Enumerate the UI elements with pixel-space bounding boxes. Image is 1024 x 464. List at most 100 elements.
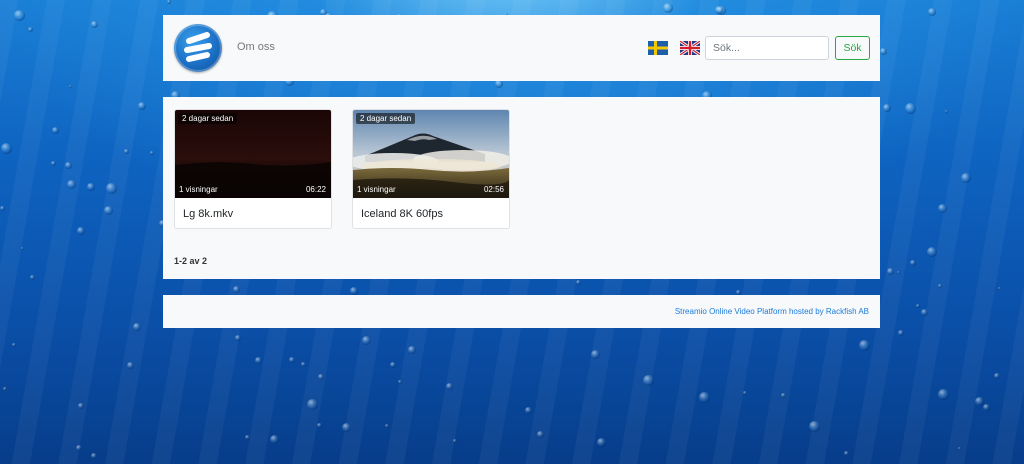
water-drop [124, 149, 129, 154]
water-drop [525, 407, 532, 414]
video-title[interactable]: Iceland 8K 60fps [361, 208, 443, 220]
water-drop [398, 380, 402, 384]
water-drop [591, 350, 600, 359]
water-drop [597, 438, 606, 447]
water-drop [663, 3, 673, 13]
water-drop [245, 435, 250, 440]
video-grid: 2 dagar sedan 1 visningar 06:22 Lg 8k.mk… [163, 97, 880, 279]
water-drop [255, 357, 262, 364]
water-drop [270, 435, 279, 444]
water-drop [537, 431, 544, 438]
water-drop [715, 6, 723, 14]
water-drop [301, 362, 306, 367]
water-drop [781, 393, 786, 398]
water-drop [945, 110, 948, 113]
water-drop [961, 173, 971, 183]
water-drop [975, 397, 984, 406]
water-drop [0, 206, 5, 211]
water-drop [362, 336, 371, 345]
video-thumbnail[interactable]: 2 dagar sedan 1 visningar 02:56 [353, 110, 509, 198]
footer-credit-link[interactable]: Streamio Online Video Platform hosted by… [675, 307, 869, 316]
water-drop [342, 423, 351, 432]
water-drop [12, 343, 16, 347]
search-button[interactable]: Sök [835, 36, 870, 60]
water-drop [998, 287, 1001, 290]
water-drop [51, 161, 56, 166]
water-drop [65, 162, 72, 169]
water-drop [897, 271, 900, 274]
water-drop [385, 424, 389, 428]
water-drop [905, 103, 916, 114]
water-drop [3, 387, 7, 391]
water-drop [69, 85, 72, 88]
video-age: 2 dagar sedan [178, 113, 238, 124]
water-drop [408, 346, 416, 354]
water-drop [446, 383, 453, 390]
water-drop [235, 335, 241, 341]
video-thumbnail[interactable]: 2 dagar sedan 1 visningar 06:22 [175, 110, 331, 198]
water-drop [938, 389, 949, 400]
water-drop [859, 340, 870, 351]
video-card[interactable]: 2 dagar sedan 1 visningar 06:22 Lg 8k.mk… [174, 109, 332, 229]
water-drop [91, 21, 98, 28]
water-drop [887, 268, 894, 275]
search-input[interactable] [705, 36, 829, 60]
water-drop [28, 27, 33, 32]
water-drop [928, 8, 936, 16]
water-drop [927, 247, 937, 257]
water-drop [106, 183, 117, 194]
water-drop [317, 423, 322, 428]
logo-s-icon [184, 32, 212, 62]
water-drop [958, 447, 961, 450]
water-drop [318, 374, 324, 380]
water-drop [150, 151, 154, 155]
water-drop [14, 10, 25, 21]
water-drop [78, 403, 84, 409]
water-drop [1, 143, 12, 154]
water-drop [938, 284, 942, 288]
water-drop [743, 391, 747, 395]
video-views: 1 visningar [179, 185, 218, 194]
water-drop [916, 304, 920, 308]
video-age: 2 dagar sedan [356, 113, 416, 124]
water-drop [289, 357, 295, 363]
water-drop [307, 399, 318, 410]
water-drop [390, 362, 396, 368]
water-drop [138, 102, 146, 110]
water-drop [52, 127, 59, 134]
video-views: 1 visningar [357, 185, 396, 194]
pagination-summary: 1-2 av 2 [174, 256, 208, 266]
water-drop [898, 330, 904, 336]
nav-link-about[interactable]: Om oss [237, 41, 275, 53]
swedish-flag-icon[interactable] [648, 41, 668, 55]
water-drop [127, 362, 134, 369]
navbar: Om oss Sök [163, 15, 880, 81]
water-drop [844, 451, 849, 456]
water-drop [495, 80, 503, 88]
water-drop [717, 6, 726, 15]
video-card[interactable]: 2 dagar sedan 1 visningar 02:56 Iceland … [352, 109, 510, 229]
water-drop [67, 180, 76, 189]
water-drop [938, 204, 947, 213]
water-drop [453, 439, 457, 443]
video-duration: 06:22 [305, 185, 326, 194]
water-drop [133, 323, 141, 331]
water-drop [921, 309, 928, 316]
water-drop [983, 404, 990, 411]
water-drop [576, 280, 581, 285]
water-drop [30, 275, 35, 280]
footer: Streamio Online Video Platform hosted by… [163, 295, 880, 328]
water-drop [910, 260, 916, 266]
uk-flag-icon[interactable] [680, 41, 700, 55]
water-drop [350, 287, 358, 295]
water-drop [699, 392, 710, 403]
water-drop [880, 48, 887, 55]
video-title[interactable]: Lg 8k.mkv [183, 208, 233, 220]
water-drop [21, 247, 24, 250]
water-drop [233, 286, 240, 293]
water-drop [104, 206, 113, 215]
streamio-logo[interactable] [174, 24, 222, 72]
water-drop [76, 445, 82, 451]
water-drop [809, 421, 820, 432]
water-drop [167, 0, 171, 4]
